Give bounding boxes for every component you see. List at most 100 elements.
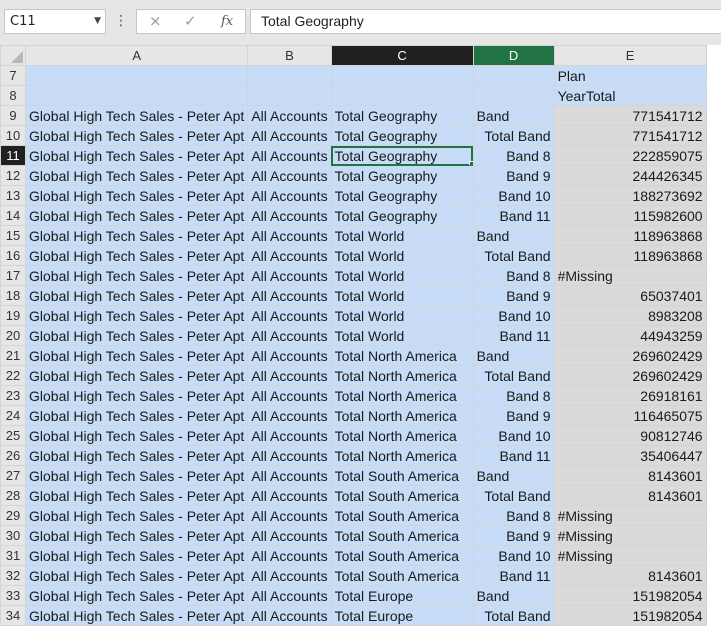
cell-e[interactable]: 35406447 <box>553 445 707 466</box>
cell-c[interactable]: Total South America <box>330 485 474 506</box>
cell-d[interactable]: Band 11 <box>472 445 555 466</box>
cell-c[interactable]: Total Europe <box>330 605 474 626</box>
cell-c[interactable] <box>330 85 474 106</box>
cell-d[interactable]: Band 8 <box>472 385 555 406</box>
cell-c[interactable]: Total South America <box>330 545 474 566</box>
cell-b[interactable]: All Accounts <box>247 165 332 186</box>
column-header-d[interactable]: D <box>472 45 555 66</box>
cell-d[interactable]: Band 11 <box>472 205 555 226</box>
row-header[interactable]: 7 <box>0 65 26 86</box>
cell-d[interactable]: Total Band <box>472 125 555 146</box>
cell-d[interactable]: Band 11 <box>472 565 555 586</box>
cell-d[interactable]: Total Band <box>472 605 555 626</box>
cell-a[interactable]: Global High Tech Sales - Peter Apt <box>24 205 249 226</box>
cell-d[interactable]: Band 9 <box>472 405 555 426</box>
cell-b[interactable]: All Accounts <box>247 425 332 446</box>
cell-a[interactable]: Global High Tech Sales - Peter Apt <box>24 125 249 146</box>
row-header[interactable]: 22 <box>0 365 26 386</box>
column-header-b[interactable]: B <box>247 45 332 66</box>
cell-a[interactable]: Global High Tech Sales - Peter Apt <box>24 585 249 606</box>
cell-e[interactable]: 65037401 <box>553 285 707 306</box>
row-header[interactable]: 17 <box>0 265 26 286</box>
formula-input[interactable]: Total Geography <box>250 9 721 34</box>
row-header[interactable]: 16 <box>0 245 26 266</box>
cell-e[interactable]: 771541712 <box>553 125 707 146</box>
row-header[interactable]: 26 <box>0 445 26 466</box>
cell-e[interactable]: 269602429 <box>553 365 707 386</box>
cell-c[interactable]: Total South America <box>330 465 474 486</box>
cell-b[interactable]: All Accounts <box>247 205 332 226</box>
cell-c[interactable]: Total World <box>330 305 474 326</box>
row-header[interactable]: 13 <box>0 185 26 206</box>
cell-e[interactable]: 151982054 <box>553 585 707 606</box>
cell-e[interactable]: 8143601 <box>553 565 707 586</box>
cell-b[interactable]: All Accounts <box>247 445 332 466</box>
cell-b[interactable]: All Accounts <box>247 605 332 626</box>
cell-a[interactable]: Global High Tech Sales - Peter Apt <box>24 405 249 426</box>
cell-a[interactable]: Global High Tech Sales - Peter Apt <box>24 165 249 186</box>
cell-b[interactable]: All Accounts <box>247 325 332 346</box>
cell-c[interactable]: Total World <box>330 325 474 346</box>
row-header[interactable]: 31 <box>0 545 26 566</box>
column-header-e[interactable]: E <box>553 45 707 66</box>
cell-d[interactable] <box>472 85 555 106</box>
row-header[interactable]: 8 <box>0 85 26 106</box>
cell-a[interactable]: Global High Tech Sales - Peter Apt <box>24 485 249 506</box>
cell-e[interactable]: Plan <box>553 65 707 86</box>
cell-e[interactable]: 8143601 <box>553 485 707 506</box>
cell-a[interactable] <box>24 85 249 106</box>
cell-a[interactable]: Global High Tech Sales - Peter Apt <box>24 345 249 366</box>
cell-a[interactable]: Global High Tech Sales - Peter Apt <box>24 545 249 566</box>
cell-c[interactable]: Total World <box>330 285 474 306</box>
cell-e[interactable]: YearTotal <box>553 85 707 106</box>
enter-icon[interactable]: ✓ <box>184 10 197 33</box>
cell-e[interactable]: 222859075 <box>553 145 707 166</box>
row-header[interactable]: 29 <box>0 505 26 526</box>
cell-a[interactable]: Global High Tech Sales - Peter Apt <box>24 605 249 626</box>
cell-c[interactable]: Total World <box>330 225 474 246</box>
cell-b[interactable]: All Accounts <box>247 545 332 566</box>
cell-b[interactable] <box>247 85 332 106</box>
cell-e[interactable]: #Missing <box>553 525 707 546</box>
cell-c[interactable]: Total North America <box>330 345 474 366</box>
cell-a[interactable]: Global High Tech Sales - Peter Apt <box>24 185 249 206</box>
cell-d[interactable]: Band 10 <box>472 545 555 566</box>
cell-e[interactable]: 44943259 <box>553 325 707 346</box>
cell-e[interactable]: 188273692 <box>553 185 707 206</box>
cell-a[interactable]: Global High Tech Sales - Peter Apt <box>24 525 249 546</box>
cell-e[interactable]: 26918161 <box>553 385 707 406</box>
cell-b[interactable]: All Accounts <box>247 305 332 326</box>
cell-c[interactable]: Total Geography <box>330 105 474 126</box>
cell-d[interactable]: Band 10 <box>472 185 555 206</box>
cell-d[interactable]: Band <box>472 585 555 606</box>
row-header[interactable]: 14 <box>0 205 26 226</box>
cell-b[interactable]: All Accounts <box>247 345 332 366</box>
more-options-icon[interactable]: ⋮ <box>114 9 128 34</box>
cell-d[interactable]: Band <box>472 345 555 366</box>
cell-a[interactable]: Global High Tech Sales - Peter Apt <box>24 305 249 326</box>
cell-b[interactable]: All Accounts <box>247 465 332 486</box>
cell-a[interactable]: Global High Tech Sales - Peter Apt <box>24 505 249 526</box>
chevron-down-icon[interactable]: ▼ <box>94 10 101 33</box>
row-header[interactable]: 33 <box>0 585 26 606</box>
cell-b[interactable]: All Accounts <box>247 245 332 266</box>
cell-b[interactable]: All Accounts <box>247 265 332 286</box>
cell-a[interactable]: Global High Tech Sales - Peter Apt <box>24 225 249 246</box>
row-header[interactable]: 28 <box>0 485 26 506</box>
cell-d[interactable]: Band 8 <box>472 145 555 166</box>
row-header[interactable]: 9 <box>0 105 26 126</box>
cell-b[interactable]: All Accounts <box>247 565 332 586</box>
cell-d[interactable] <box>472 65 555 86</box>
row-header[interactable]: 12 <box>0 165 26 186</box>
row-header[interactable]: 34 <box>0 605 26 626</box>
cell-e[interactable]: #Missing <box>553 505 707 526</box>
name-box[interactable]: C11 ▼ <box>4 9 106 34</box>
row-header[interactable]: 20 <box>0 325 26 346</box>
cell-b[interactable]: All Accounts <box>247 145 332 166</box>
insert-function-icon[interactable]: fx <box>221 10 233 33</box>
cell-d[interactable]: Band 8 <box>472 505 555 526</box>
cell-c[interactable]: Total South America <box>330 505 474 526</box>
cell-a[interactable]: Global High Tech Sales - Peter Apt <box>24 265 249 286</box>
cell-b[interactable]: All Accounts <box>247 405 332 426</box>
cell-d[interactable]: Band <box>472 225 555 246</box>
